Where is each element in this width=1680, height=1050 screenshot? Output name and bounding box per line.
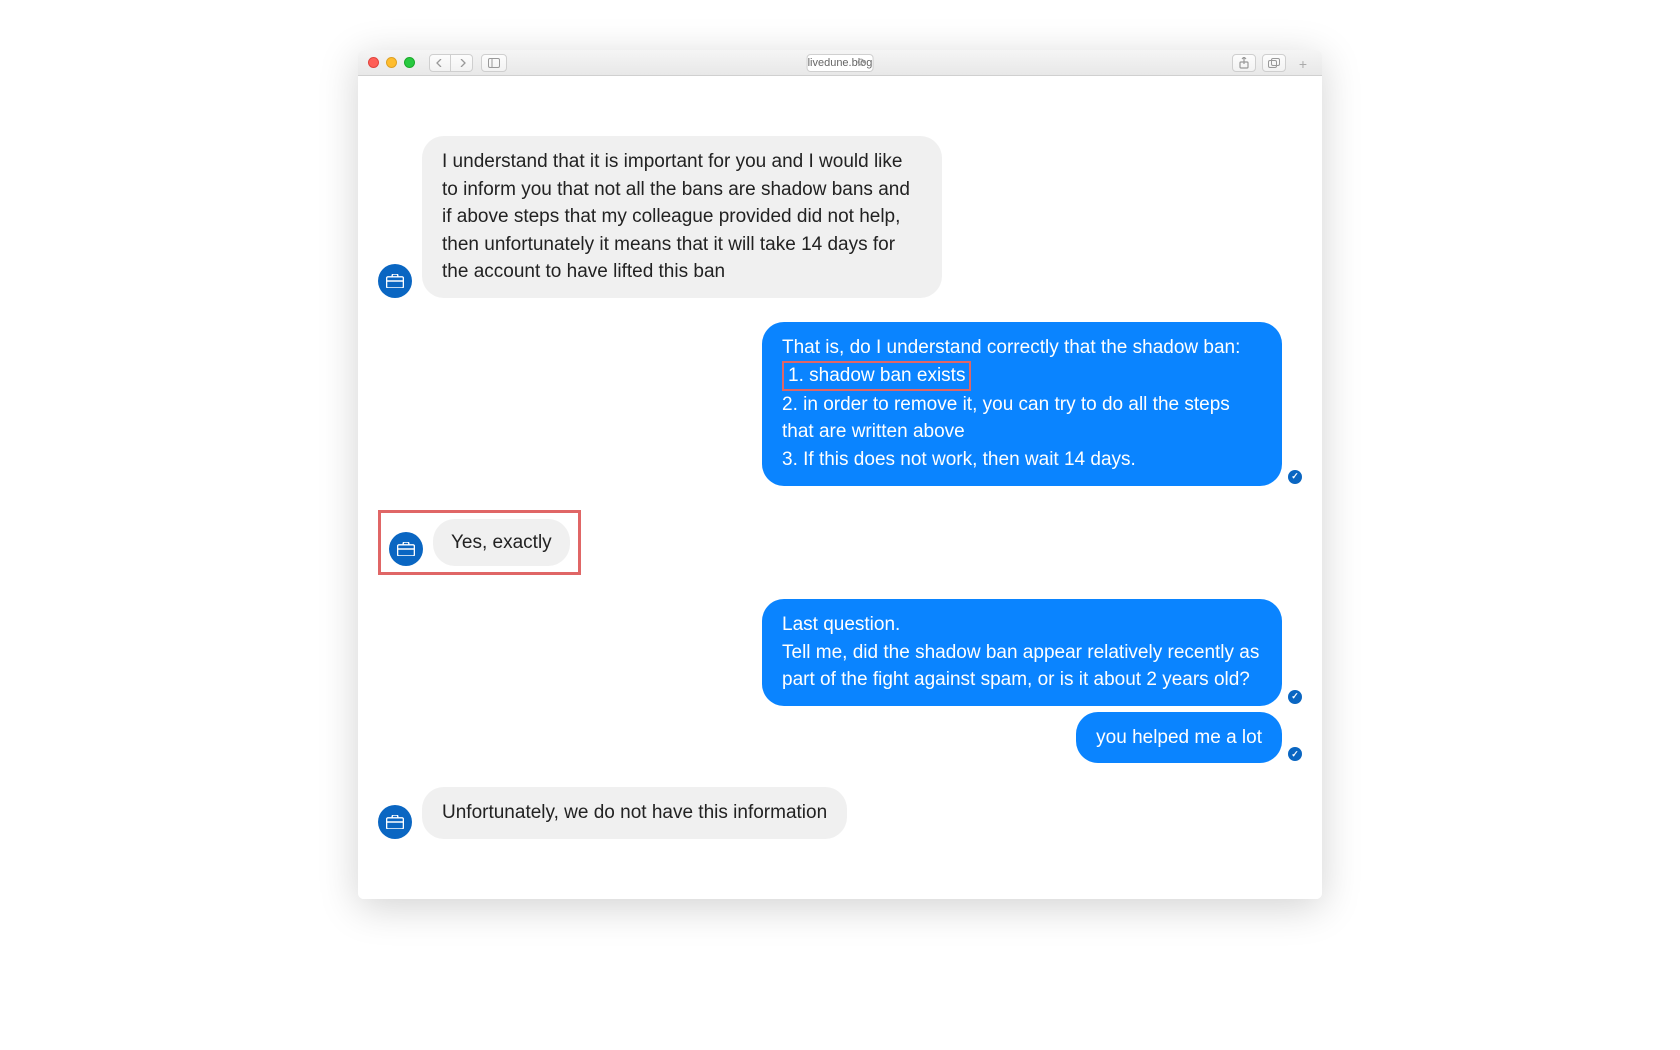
chat-content: I understand that it is important for yo… <box>358 76 1322 899</box>
outgoing-bubble: That is, do I understand correctly that … <box>762 322 1282 486</box>
title-bar: livedune.blog ⟳ + <box>358 50 1322 76</box>
maximize-window-button[interactable] <box>404 57 415 68</box>
support-avatar <box>378 805 412 839</box>
toolbar-right: + <box>1232 54 1312 72</box>
chat-thread: I understand that it is important for yo… <box>378 136 1302 839</box>
reload-icon[interactable]: ⟳ <box>857 56 866 69</box>
incoming-bubble: I understand that it is important for yo… <box>422 136 942 298</box>
support-avatar <box>378 264 412 298</box>
nav-buttons <box>429 54 473 72</box>
sidebar-toggle-button[interactable] <box>481 54 507 72</box>
text-line: 2. in order to remove it, you can try to… <box>782 394 1230 443</box>
text-line: 3. If this does not work, then wait 14 d… <box>782 449 1136 470</box>
briefcase-icon <box>386 815 404 829</box>
delivered-check-icon <box>1288 470 1302 484</box>
text-line: That is, do I understand correctly that … <box>782 337 1240 358</box>
new-tab-button[interactable]: + <box>1294 54 1312 72</box>
minimize-window-button[interactable] <box>386 57 397 68</box>
message-row-incoming: I understand that it is important for yo… <box>378 136 1302 298</box>
outgoing-bubble: Last question. Tell me, did the shadow b… <box>762 599 1282 706</box>
traffic-lights <box>368 57 415 68</box>
share-button[interactable] <box>1232 54 1256 72</box>
highlighted-text: 1. shadow ban exists <box>782 361 971 391</box>
forward-button[interactable] <box>451 54 473 72</box>
delivered-check-icon <box>1288 690 1302 704</box>
tabs-button[interactable] <box>1262 54 1286 72</box>
highlighted-message-row: Yes, exactly <box>378 510 581 576</box>
address-bar[interactable]: livedune.blog ⟳ <box>807 54 874 72</box>
briefcase-icon <box>397 542 415 556</box>
incoming-bubble: Unfortunately, we do not have this infor… <box>422 787 847 839</box>
browser-window: livedune.blog ⟳ + I understand that it i… <box>358 50 1322 899</box>
message-row-outgoing: That is, do I understand correctly that … <box>378 322 1302 486</box>
briefcase-icon <box>386 274 404 288</box>
close-window-button[interactable] <box>368 57 379 68</box>
message-row-incoming: Unfortunately, we do not have this infor… <box>378 787 1302 839</box>
support-avatar <box>389 532 423 566</box>
back-button[interactable] <box>429 54 451 72</box>
outgoing-bubble: you helped me a lot <box>1076 712 1282 764</box>
delivered-check-icon <box>1288 747 1302 761</box>
incoming-bubble: Yes, exactly <box>433 519 570 567</box>
message-row-outgoing: Last question. Tell me, did the shadow b… <box>378 599 1302 763</box>
